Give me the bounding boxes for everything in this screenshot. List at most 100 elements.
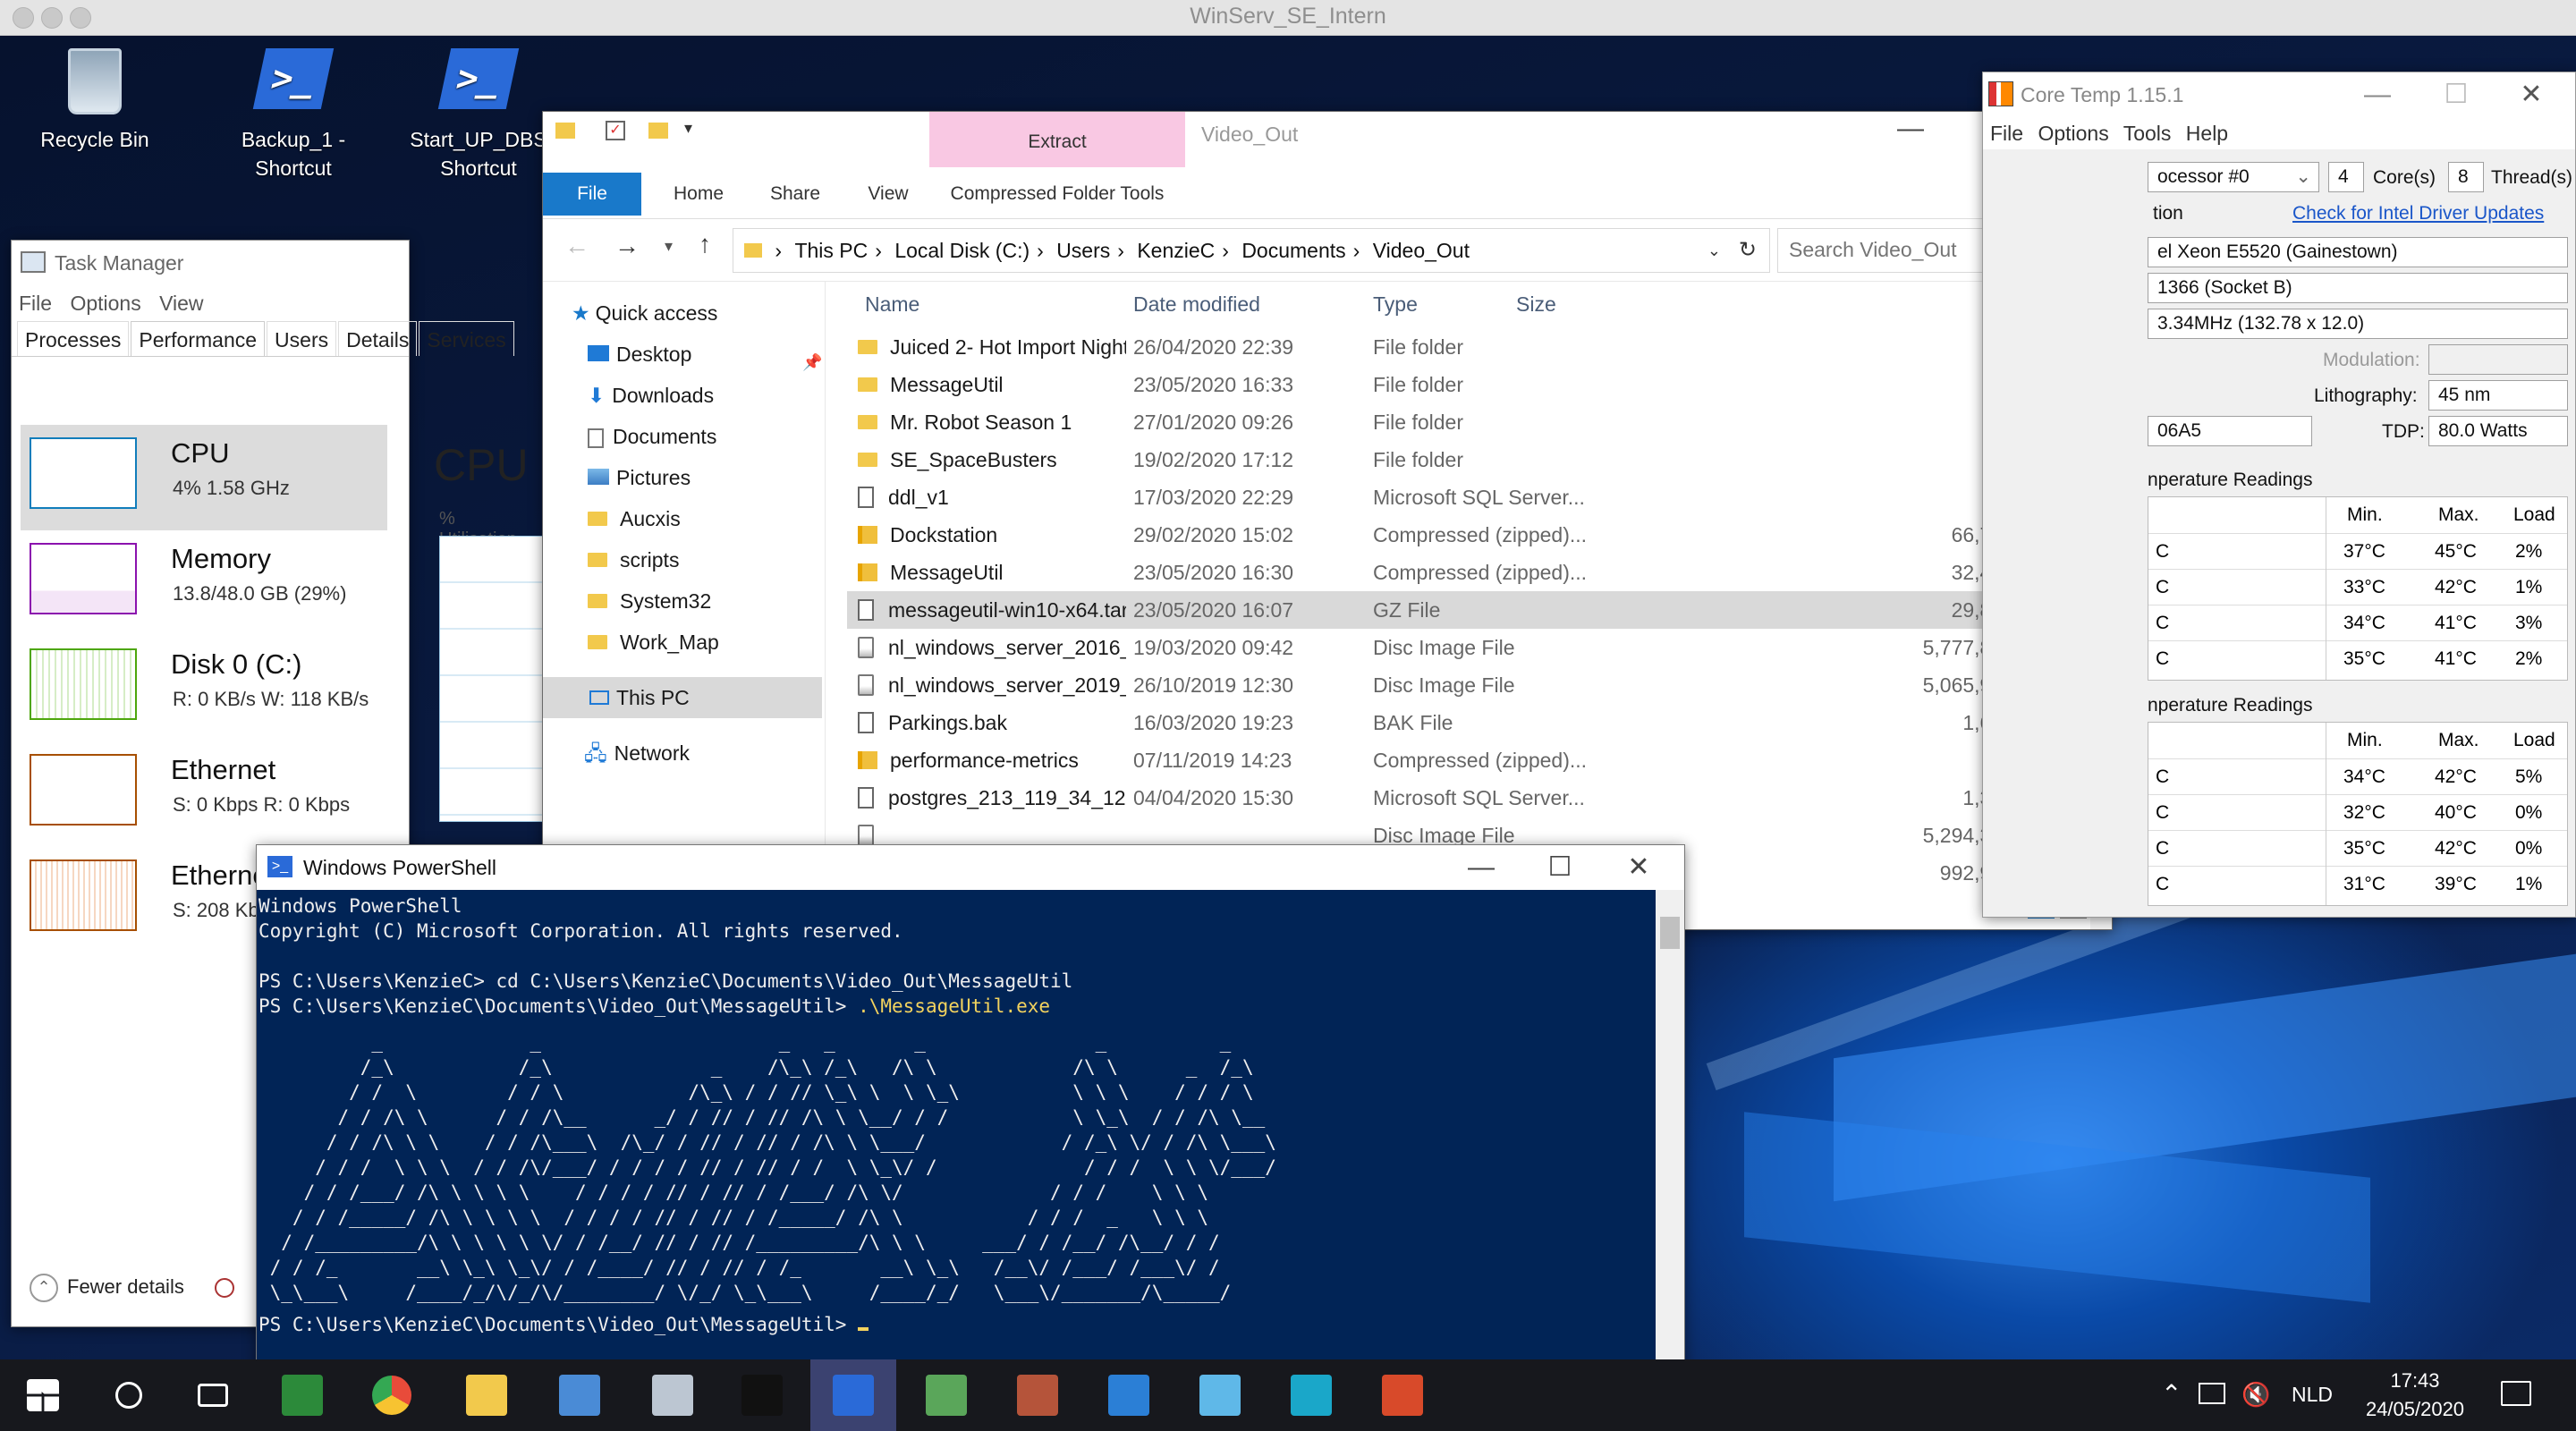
coretemp-titlebar[interactable]: Core Temp 1.15.1 — ☐ ✕ — [1983, 72, 2575, 117]
recent-locations-icon[interactable]: ▾ — [665, 237, 673, 256]
driver-update-link[interactable]: Check for Intel Driver Updates — [2292, 203, 2544, 224]
powershell-scrollbar[interactable] — [1656, 890, 1684, 1359]
menu-tools[interactable]: Tools — [2123, 122, 2172, 145]
nav-desktop[interactable]: Desktop — [588, 334, 691, 375]
resource-monitor-icon[interactable] — [214, 1278, 234, 1299]
menu-file[interactable]: File — [19, 292, 52, 315]
desktop-icon-backup-shortcut[interactable]: >_ Backup_1 - Shortcut — [204, 48, 383, 182]
file-row[interactable]: MessageUtil 23/05/2020 16:33 File folder — [847, 366, 2058, 403]
file-row[interactable]: Juiced 2- Hot Import Nights 2007 26/04/20… — [847, 328, 2058, 366]
cmd-icon[interactable] — [719, 1359, 805, 1431]
tab-details[interactable]: Details — [338, 321, 418, 356]
breadcrumb-video-out[interactable]: Video_Out — [1373, 239, 1470, 262]
taskbar-clock[interactable]: 17:43 24/05/2020 — [2343, 1367, 2487, 1424]
archive-icon[interactable] — [995, 1359, 1080, 1431]
address-dropdown-icon[interactable]: ⌄ — [1707, 229, 1721, 272]
menu-file[interactable]: File — [1990, 122, 2023, 145]
nav-downloads[interactable]: ⬇ Downloads — [588, 375, 714, 416]
drive-icon[interactable] — [1177, 1359, 1263, 1431]
spreadsheet-icon[interactable] — [903, 1359, 989, 1431]
scrollbar-thumb[interactable] — [1660, 917, 1680, 949]
coretemp-icon[interactable] — [1360, 1359, 1445, 1431]
refresh-icon[interactable]: ↻ — [1739, 229, 1757, 272]
file-row[interactable]: SE_SpaceBusters 19/02/2020 17:12 File fold… — [847, 441, 2058, 478]
tab-users[interactable]: Users — [267, 321, 337, 356]
column-header-date[interactable]: Date modified — [1133, 292, 1260, 317]
server-manager-icon[interactable] — [537, 1359, 623, 1431]
powershell-icon[interactable] — [810, 1359, 896, 1431]
volume-muted-icon[interactable]: 🔇 — [2241, 1381, 2270, 1409]
fewer-details-button[interactable]: ⌃ Fewer details — [30, 1269, 234, 1305]
minimize-button[interactable]: — — [1441, 845, 1521, 890]
back-arrow-icon[interactable]: ← — [564, 232, 589, 260]
desktop-icon-recycle-bin[interactable]: Recycle Bin — [5, 48, 184, 154]
file-row[interactable]: messageutil-win10-x64.tar.gz 23/05/2020 1… — [847, 591, 2058, 629]
chrome-icon[interactable] — [349, 1359, 435, 1431]
ribbon-tab-view[interactable]: View — [843, 173, 933, 216]
processor-select[interactable]: ocessor #0 ⌄ — [2148, 162, 2319, 192]
breadcrumb-local-disk[interactable]: Local Disk (C:) — [894, 239, 1030, 262]
action-center-icon[interactable] — [2501, 1381, 2531, 1406]
start-button[interactable] — [0, 1359, 86, 1431]
address-bar[interactable]: › This PC › Local Disk (C:) › Users › Kenzi… — [733, 228, 1770, 273]
maximize-button[interactable]: ☐ — [1520, 845, 1600, 890]
nav-network[interactable]: 🖧 Network — [584, 732, 690, 774]
file-row[interactable]: Dockstation 29/02/2020 15:02 Compressed (z… — [847, 516, 2058, 554]
tab-performance[interactable]: Performance — [131, 321, 266, 356]
network-icon[interactable] — [630, 1359, 716, 1431]
nav-pictures[interactable]: Pictures — [588, 457, 691, 498]
nav-documents[interactable]: Documents — [588, 416, 716, 457]
nav-this-pc[interactable]: This PC — [543, 677, 822, 718]
file-row[interactable]: nl_windows_server_2019_updated_sept_2019… — [847, 666, 2058, 704]
minimize-button[interactable]: — — [2337, 72, 2418, 117]
perf-item-ethernet[interactable]: Ethernet S: 0 Kbps R: 0 Kbps — [21, 741, 387, 847]
file-row[interactable]: MessageUtil 23/05/2020 16:30 Compressed (z… — [847, 554, 2058, 591]
nav-aucxis[interactable]: Aucxis — [588, 498, 681, 539]
file-row[interactable]: ddl_v1 17/03/2020 22:29 Microsoft SQL Serv… — [847, 478, 2058, 516]
database-icon[interactable] — [1268, 1359, 1354, 1431]
breadcrumb-documents[interactable]: Documents — [1241, 239, 1345, 262]
column-header-size[interactable]: Size — [1516, 292, 1556, 317]
ribbon-tab-file[interactable]: File — [543, 173, 641, 216]
breadcrumb-kenziec[interactable]: KenzieC — [1137, 239, 1215, 262]
file-row[interactable]: postgres_213_119_34_127-2020_04_04_14_58… — [847, 779, 2058, 817]
menu-options[interactable]: Options — [70, 292, 140, 315]
task-view-icon[interactable] — [170, 1359, 256, 1431]
properties-icon[interactable]: ✓ — [606, 121, 625, 140]
input-language[interactable]: NLD — [2292, 1383, 2333, 1407]
menu-help[interactable]: Help — [2186, 122, 2228, 145]
network-status-icon[interactable] — [2199, 1383, 2225, 1404]
file-row[interactable]: Parkings.bak16/03/2020 19:23BAK File1,64… — [847, 704, 2058, 741]
show-hidden-icons-chevron-icon[interactable]: ⌃ — [2161, 1379, 2182, 1409]
file-row[interactable]: Mr. Robot Season 1 27/01/2020 09:26 File f… — [847, 403, 2058, 441]
file-row[interactable]: performance-metrics 07/11/2019 14:23 Compr… — [847, 741, 2058, 779]
search-icon[interactable] — [86, 1359, 172, 1431]
perf-item-cpu[interactable]: CPU 4% 1.58 GHz — [21, 425, 387, 530]
nav-work-map[interactable]: Work_Map — [588, 622, 719, 663]
menu-options[interactable]: Options — [2038, 122, 2108, 145]
new-folder-icon[interactable] — [648, 123, 668, 139]
up-arrow-icon[interactable]: ↑ — [699, 230, 711, 258]
column-header-type[interactable]: Type — [1373, 292, 1418, 317]
nav-system32[interactable]: System32 — [588, 580, 711, 622]
ribbon-tab-compressed-folder-tools[interactable]: Compressed Folder Tools — [929, 173, 1185, 216]
ribbon-tab-share[interactable]: Share — [750, 173, 840, 216]
tab-services[interactable]: Services — [419, 321, 514, 356]
file-row[interactable]: nl_windows_server_2016_updated_feb_2018_… — [847, 629, 2058, 666]
forward-arrow-icon[interactable]: → — [614, 232, 640, 260]
maximize-button[interactable]: ☐ — [2416, 72, 2496, 117]
app-icon[interactable] — [259, 1359, 345, 1431]
column-header-name[interactable]: Name — [865, 292, 919, 317]
tab-processes[interactable]: Processes — [17, 321, 130, 356]
nav-scripts[interactable]: scripts — [588, 539, 679, 580]
perf-item-memory[interactable]: Memory 13.8/48.0 GB (29%) — [21, 530, 387, 636]
desktop-icon-startup-shortcut[interactable]: >_ Start_UP_DBS Shortcut — [402, 48, 555, 182]
console-output[interactable]: Windows PowerShell Copyright (C) Microsof… — [258, 893, 1654, 1359]
file-explorer-icon[interactable] — [444, 1359, 530, 1431]
close-button[interactable]: ✕ — [1598, 845, 1679, 890]
globe-icon[interactable] — [1086, 1359, 1172, 1431]
ribbon-tab-home[interactable]: Home — [654, 173, 743, 216]
breadcrumb-users[interactable]: Users — [1056, 239, 1110, 262]
task-manager-titlebar[interactable]: Task Manager — [12, 241, 409, 285]
minimize-button[interactable]: — — [1870, 114, 1951, 144]
